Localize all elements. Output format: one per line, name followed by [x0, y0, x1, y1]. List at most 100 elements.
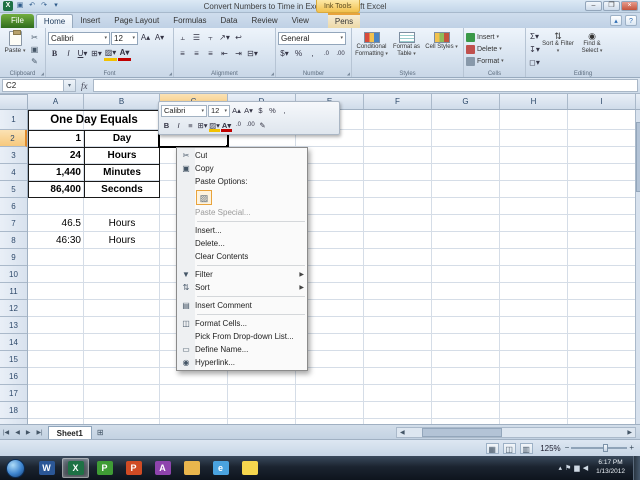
menu-item-insert[interactable]: Insert... — [177, 224, 307, 237]
clear-icon[interactable]: ◻▾ — [528, 57, 541, 69]
fill-color-icon[interactable]: ▨▾ — [104, 48, 117, 61]
mini-fill-color-icon[interactable]: ▨▾ — [209, 120, 220, 132]
menu-item-insert-comment[interactable]: ▤ Insert Comment — [177, 299, 307, 312]
insert-worksheet-icon[interactable]: ⊞ — [92, 428, 109, 437]
cell-A3[interactable]: 24 — [28, 147, 84, 164]
column-header-F[interactable]: F — [364, 94, 432, 109]
qat-dropdown-icon[interactable]: ▾ — [51, 1, 61, 11]
copy-icon[interactable]: ▣ — [28, 44, 41, 55]
cut-icon[interactable]: ✂ — [28, 32, 41, 43]
ribbon-tab-formulas[interactable]: Formulas — [166, 14, 213, 28]
name-box-dropdown-icon[interactable]: ▾ — [64, 79, 76, 92]
ribbon-tab-home[interactable]: Home — [35, 14, 74, 28]
row-header-8[interactable]: 8 — [0, 232, 27, 249]
zoom-thumb[interactable] — [603, 444, 609, 452]
row-header-1[interactable]: 1 — [0, 110, 27, 130]
restore-button[interactable]: ❐ — [603, 1, 620, 11]
ribbon-tab-pens[interactable]: Pens — [327, 13, 361, 28]
zoom-out-icon[interactable]: − — [565, 443, 570, 453]
cell-B3[interactable]: Hours — [84, 147, 160, 164]
action-center-icon[interactable]: ⚑ — [565, 464, 571, 472]
close-button[interactable]: × — [621, 1, 638, 11]
row-header-11[interactable]: 11 — [0, 283, 27, 300]
orientation-icon[interactable]: ↗▾ — [218, 32, 231, 45]
minimize-ribbon-icon[interactable]: ▴ — [610, 15, 622, 26]
menu-item-sort[interactable]: ⇅ Sort ▶ — [177, 281, 307, 294]
horizontal-scrollbar-thumb[interactable] — [421, 427, 502, 437]
hscroll-left-icon[interactable]: ◀ — [397, 429, 408, 436]
grow-font-icon[interactable]: A▴ — [139, 32, 152, 45]
row-header-4[interactable]: 4 — [0, 164, 27, 181]
decrease-indent-icon[interactable]: ⇤ — [218, 48, 231, 61]
zoom-level[interactable]: 125% — [537, 444, 560, 453]
taskbar-item-access[interactable]: A — [149, 458, 176, 478]
align-left-icon[interactable]: ≡ — [176, 48, 189, 61]
show-desktop-button[interactable] — [633, 456, 640, 480]
format-painter-icon[interactable]: ✎ — [28, 56, 41, 67]
find-select-button[interactable]: ◉ Find & Select ▾ — [575, 30, 609, 68]
cell-B4[interactable]: Minutes — [84, 164, 160, 181]
taskbar-item-folder[interactable] — [178, 458, 205, 478]
column-header-H[interactable]: H — [500, 94, 568, 109]
row-header-17[interactable]: 17 — [0, 385, 27, 402]
formula-input[interactable] — [92, 79, 638, 92]
name-box[interactable]: C2 — [2, 79, 64, 92]
menu-item-pick-from-drop-down-list[interactable]: Pick From Drop-down List... — [177, 330, 307, 343]
increase-indent-icon[interactable]: ⇥ — [232, 48, 245, 61]
taskbar-item-word[interactable]: W — [33, 458, 60, 478]
row-header-12[interactable]: 12 — [0, 300, 27, 317]
align-middle-icon[interactable]: ☰ — [190, 32, 203, 45]
cell-B5[interactable]: Seconds — [84, 181, 160, 198]
menu-item-hyperlink[interactable]: ◉ Hyperlink... — [177, 356, 307, 369]
font-name-select[interactable]: Calibri ▾ — [48, 31, 110, 45]
undo-icon[interactable]: ↶ — [27, 1, 37, 11]
merge-center-icon[interactable]: ⊟▾ — [246, 48, 259, 61]
clock[interactable]: 6:17 PM 1/13/2012 — [596, 459, 625, 477]
worksheet-grid[interactable]: One Day Equals 1 Day 24 Hours 1,440 Minutes 86,… — [28, 110, 640, 424]
mini-center-icon[interactable]: ≡ — [185, 120, 196, 132]
menu-item-filter[interactable]: ▼ Filter ▶ — [177, 268, 307, 281]
taskbar-item-browser[interactable]: e — [207, 458, 234, 478]
excel-logo-icon[interactable]: X — [3, 1, 13, 11]
ribbon-tab-file[interactable]: File — [1, 14, 34, 28]
align-right-icon[interactable]: ≡ — [204, 48, 217, 61]
underline-button[interactable]: U▾ — [76, 48, 89, 61]
last-sheet-icon[interactable]: ▶| — [33, 429, 45, 436]
conditional-formatting-button[interactable]: Conditional Formatting ▾ — [354, 30, 389, 68]
mini-bold-button[interactable]: B — [161, 120, 172, 132]
mini-font-color-icon[interactable]: A▾ — [221, 120, 232, 132]
autosum-icon[interactable]: Σ▾ — [528, 31, 541, 43]
first-sheet-icon[interactable]: |◀ — [0, 429, 12, 436]
mini-percent-icon[interactable]: % — [267, 105, 278, 117]
accounting-format-icon[interactable]: $▾ — [278, 48, 291, 61]
taskbar-item-publisher[interactable]: P — [91, 458, 118, 478]
paste-icon[interactable]: ▨ — [196, 189, 212, 205]
row-header-2[interactable]: 2 — [0, 130, 27, 147]
minimize-button[interactable]: – — [585, 1, 602, 11]
zoom-track[interactable] — [571, 444, 628, 452]
normal-view-icon[interactable]: ▦ — [485, 442, 499, 454]
insert-cells-button[interactable]: Insert ▾ — [466, 31, 523, 43]
zoom-in-icon[interactable]: + — [629, 443, 634, 453]
mini-font-name-select[interactable]: Calibri ▾ — [161, 104, 207, 117]
comma-style-icon[interactable]: , — [306, 48, 319, 61]
page-layout-view-icon[interactable]: ◫ — [502, 442, 516, 454]
fill-icon[interactable]: ↧▾ — [528, 44, 541, 56]
menu-item-copy[interactable]: ▣ Copy — [177, 162, 307, 175]
row-header-7[interactable]: 7 — [0, 215, 27, 232]
column-header-A[interactable]: A — [28, 94, 84, 109]
cell-B7[interactable]: Hours — [84, 215, 160, 232]
column-header-I[interactable]: I — [568, 94, 636, 109]
font-color-icon[interactable]: A▾ — [118, 48, 131, 61]
cell-A1-merged[interactable]: One Day Equals — [28, 110, 160, 130]
column-header-G[interactable]: G — [432, 94, 500, 109]
sort-filter-button[interactable]: ⇅ Sort & Filter ▾ — [541, 30, 575, 68]
vertical-scrollbar[interactable] — [635, 110, 640, 424]
row-header-14[interactable]: 14 — [0, 334, 27, 351]
volume-icon[interactable]: ◀ — [583, 464, 588, 472]
start-button[interactable] — [6, 458, 25, 478]
redo-icon[interactable]: ↷ — [39, 1, 49, 11]
row-header-9[interactable]: 9 — [0, 249, 27, 266]
mini-increase-decimal-icon[interactable]: .0 — [233, 120, 244, 132]
next-sheet-icon[interactable]: ▶ — [23, 429, 34, 436]
